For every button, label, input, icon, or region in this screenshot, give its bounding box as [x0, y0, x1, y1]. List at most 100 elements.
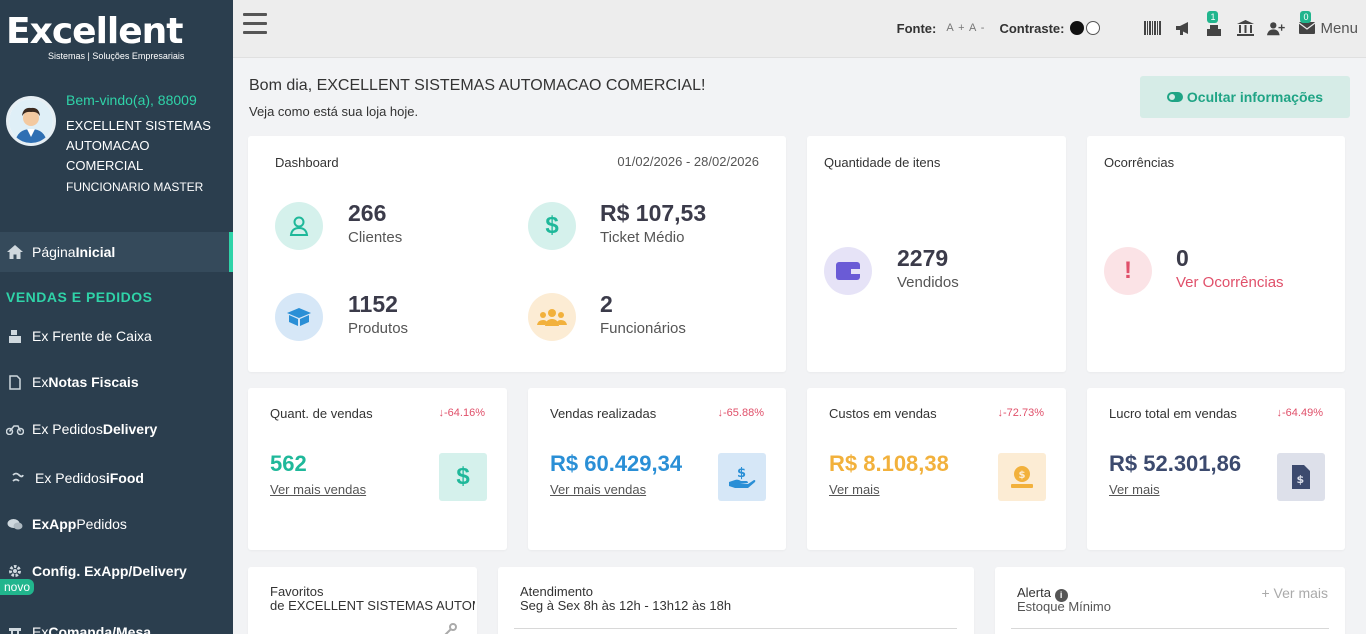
sidebar: Excellent Sistemas | Soluções Empresaria…: [0, 0, 233, 634]
contrast-dark-option[interactable]: [1070, 21, 1085, 35]
dashboard-title: Dashboard: [275, 155, 339, 170]
alert-subtitle: Estoque Mínimo: [1017, 599, 1111, 614]
hide-info-label: Ocultar informações: [1186, 89, 1324, 105]
items-card: Quantidade de itens 2279 Vendidos: [807, 136, 1066, 372]
topbar: Fonte: A + A - Contraste: 1 0 Menu: [233, 0, 1366, 58]
users-group-icon: [528, 293, 576, 341]
notification-badge: 0: [1300, 11, 1312, 23]
clients-value: 266: [348, 200, 387, 226]
wrench-icon[interactable]: [443, 623, 457, 634]
stat-link[interactable]: Ver mais vendas: [550, 482, 646, 497]
dashboard-card: Dashboard 01/02/2026 - 28/02/2026 266 Cl…: [248, 136, 786, 372]
sidebar-item-delivery[interactable]: Ex Pedidos Delivery: [0, 409, 233, 449]
menu-button[interactable]: Menu: [1320, 20, 1358, 37]
sidebar-item-frente-caixa[interactable]: Ex Frente de Caixa: [0, 316, 233, 356]
company-line: AUTOMACAO: [66, 138, 150, 153]
barcode-icon[interactable]: [1143, 19, 1161, 37]
greeting-title: Bom dia, EXCELLENT SISTEMAS AUTOMACAO CO…: [249, 77, 706, 94]
occurrences-title: Ocorrências: [1104, 155, 1175, 170]
products-value: 1152: [348, 291, 398, 317]
sales-amount-card: Vendas realizadas ↓-65.88% R$ 60.429,34 …: [528, 388, 786, 550]
dashboard-period[interactable]: 01/02/2026 - 28/02/2026: [617, 154, 759, 169]
occurrences-card: Ocorrências ! 0 Ver Ocorrências: [1087, 136, 1345, 372]
favorites-card: Favoritos de EXCELLENT SISTEMAS AUTOMA: [248, 567, 477, 634]
stat-title: Custos em vendas: [829, 406, 937, 421]
stat-link[interactable]: Ver mais vendas: [270, 482, 366, 497]
occurrences-value: 0: [1176, 245, 1189, 271]
sidebar-section-title: VENDAS E PEDIDOS: [6, 289, 153, 305]
see-more-link[interactable]: + Ver mais: [1261, 585, 1328, 601]
sidebar-item-config-exapp[interactable]: Config. ExApp/Delivery: [0, 551, 233, 591]
sidebar-item-label: Ex Pedidos: [35, 470, 106, 486]
divider: [1011, 628, 1329, 629]
cash-register-icon: [6, 327, 24, 345]
company-line: COMERCIAL: [66, 158, 144, 173]
sidebar-item-exapp-pedidos[interactable]: ExApp Pedidos: [0, 504, 233, 544]
font-size-controls[interactable]: A + A -: [946, 22, 985, 34]
items-title: Quantidade de itens: [824, 155, 941, 170]
hide-info-button[interactable]: Ocultar informações: [1140, 76, 1350, 118]
svg-text:$: $: [1297, 473, 1305, 486]
ticket-label: Ticket Médio: [600, 229, 685, 246]
document-icon: [6, 373, 24, 391]
gear-icon: [6, 562, 24, 580]
sidebar-item-label-bold: Notas Fiscais: [48, 374, 139, 390]
bank-icon[interactable]: [1236, 19, 1254, 37]
megaphone-icon[interactable]: [1174, 19, 1192, 37]
sidebar-item-home[interactable]: Página Inicial: [0, 232, 233, 272]
stat-change: ↓-64.16%: [438, 407, 485, 419]
stat-value: R$ 8.108,38: [829, 451, 949, 476]
font-label: Fonte:: [896, 20, 937, 36]
topbar-tools: Fonte: A + A - Contraste: 1 0 Menu: [896, 11, 1358, 42]
clients-icon: [275, 202, 323, 250]
stat-link[interactable]: Ver mais: [1109, 482, 1160, 497]
envelope-icon[interactable]: 0: [1298, 11, 1316, 37]
company-line: EXCELLENT SISTEMAS: [66, 118, 211, 133]
occurrences-link[interactable]: Ver Ocorrências: [1176, 274, 1284, 291]
hand-money-icon: $: [718, 453, 766, 501]
profit-card: Lucro total em vendas ↓-64.49% R$ 52.301…: [1087, 388, 1345, 550]
alert-card: Alerta i Estoque Mínimo + Ver mais: [995, 567, 1345, 634]
svg-text:$: $: [1019, 470, 1026, 481]
stat-title: Lucro total em vendas: [1109, 406, 1237, 421]
alert-icon: !: [1104, 247, 1152, 295]
sidebar-item-label: Ex: [32, 624, 49, 634]
ticket-value: R$ 107,53: [600, 200, 707, 226]
cash-register-icon[interactable]: 1: [1205, 11, 1223, 37]
add-user-icon[interactable]: [1267, 19, 1286, 37]
stat-change: ↓-65.88%: [717, 407, 764, 419]
service-card: Atendimento Seg à Sex 8h às 12h - 13h12 …: [498, 567, 974, 634]
stat-link[interactable]: Ver mais: [829, 482, 880, 497]
wallet-icon: [824, 247, 872, 295]
sidebar-item-label: Pedidos: [76, 516, 127, 532]
svg-text:$: $: [737, 466, 746, 481]
sidebar-item-label-bold: Comanda/Mesa: [48, 624, 152, 634]
box-icon: [275, 293, 323, 341]
sales-count-card: Quant. de vendas ↓-64.16% 562 Ver mais v…: [248, 388, 507, 550]
sidebar-item-ifood[interactable]: Ex Pedidos iFood: [0, 458, 233, 498]
stat-change: ↓-72.73%: [997, 407, 1044, 419]
employees-value: 2: [600, 291, 613, 317]
toggle-icon: [1166, 92, 1183, 102]
stat-title: Quant. de vendas: [270, 406, 373, 421]
avatar[interactable]: [6, 96, 56, 146]
service-title: Atendimento: [520, 584, 593, 599]
sidebar-item-notas-fiscais[interactable]: Ex Notas Fiscais: [0, 362, 233, 402]
sidebar-item-label: Ex: [32, 374, 49, 390]
stat-value: 562: [270, 451, 307, 476]
brand-logo[interactable]: Excellent Sistemas | Soluções Empresaria…: [6, 11, 184, 62]
sidebar-item-comanda[interactable]: Ex Comanda/Mesa: [0, 612, 233, 634]
motorcycle-icon: [6, 420, 24, 438]
brand-name: Excellent: [6, 11, 184, 52]
clients-label: Clientes: [348, 229, 403, 246]
contrast-light-option[interactable]: [1086, 21, 1101, 35]
user-role: FUNCIONARIO MASTER: [66, 180, 204, 194]
favorites-subtitle: de EXCELLENT SISTEMAS AUTOMA: [270, 598, 475, 613]
coin-icon: $: [998, 453, 1046, 501]
stat-value: R$ 52.301,86: [1109, 451, 1242, 476]
hamburger-menu-icon[interactable]: [243, 13, 267, 35]
products-label: Produtos: [348, 320, 409, 337]
welcome-text: Bem-vindo(a), 88009: [66, 92, 197, 108]
contrast-toggle: [1068, 21, 1101, 35]
sidebar-item-label-bold: iFood: [105, 470, 144, 486]
